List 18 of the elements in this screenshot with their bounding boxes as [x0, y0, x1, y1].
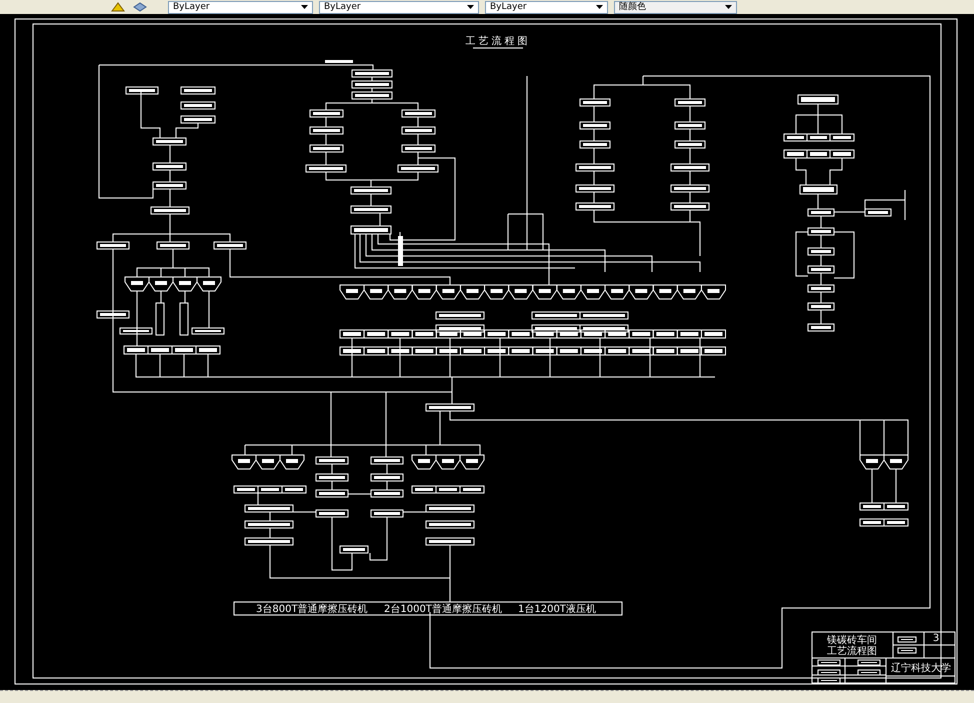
layer-state-icon[interactable] — [110, 1, 126, 13]
caption-text: 1台1200T液压机 — [518, 604, 596, 615]
caret-icon — [725, 5, 732, 9]
sheet-number: 3 — [932, 633, 940, 644]
drawing-name: 工艺流程图 — [827, 646, 877, 657]
caret-icon — [301, 5, 308, 9]
caption-text: 3台800T普通摩擦压砖机 — [256, 604, 368, 615]
caption-text: 2台1000T普通摩擦压砖机 — [384, 604, 502, 615]
property-dropdown[interactable]: ByLayer — [168, 0, 313, 14]
property-dropdown[interactable]: ByLayer — [485, 0, 608, 14]
drawing-name: 镁碳砖车间 — [827, 635, 877, 646]
institution-name: 辽宁科技大学 — [891, 663, 951, 674]
layers-icon[interactable] — [132, 1, 148, 13]
caret-icon — [467, 5, 474, 9]
drawing-title: 工艺流程图 — [466, 36, 530, 47]
caret-icon — [596, 5, 603, 9]
property-dropdown[interactable]: 随颜色 — [614, 0, 737, 14]
property-dropdown[interactable]: ByLayer — [319, 0, 479, 14]
